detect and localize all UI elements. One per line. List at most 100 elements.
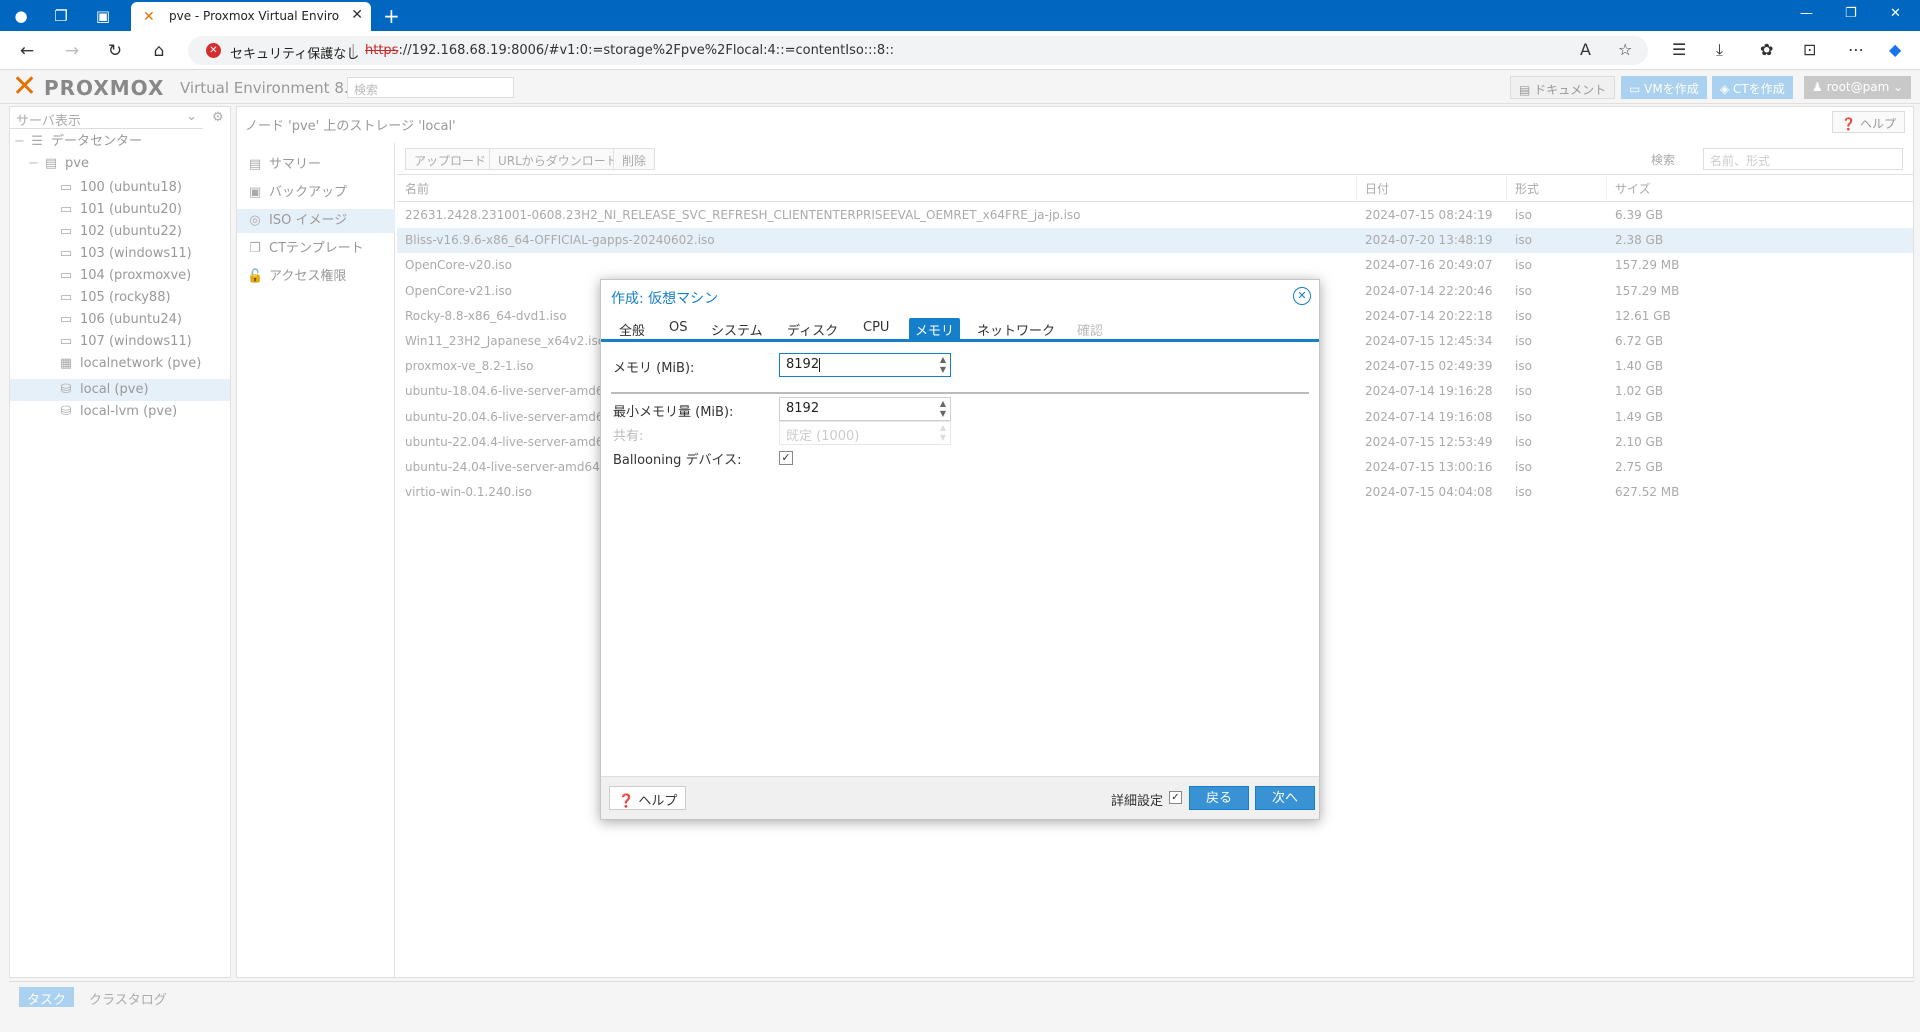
tree-item-vm-102[interactable]: ▭ 102 (ubuntu22): [58, 221, 182, 243]
create-vm-button[interactable]: ▭ VMを作成: [1621, 76, 1707, 99]
more-icon[interactable]: ⋯: [1848, 40, 1864, 59]
read-aloud-icon[interactable]: A: [1580, 40, 1591, 59]
table-row[interactable]: Bliss-v16.9.6-x86_64-OFFICIAL-gapps-2024…: [397, 228, 1913, 254]
back-icon[interactable]: ←: [16, 40, 38, 62]
profile-icon[interactable]: ●: [11, 6, 31, 26]
tab-memory[interactable]: メモリ: [909, 318, 961, 340]
tree-item-vm-100[interactable]: ▭ 100 (ubuntu18): [58, 177, 182, 199]
question-icon: ❓: [1841, 117, 1860, 131]
tab-network[interactable]: ネットワーク: [971, 318, 1061, 340]
tree-item-vm-106[interactable]: ▭ 106 (ubuntu24): [58, 309, 182, 331]
close-icon[interactable]: ✕: [1293, 287, 1311, 305]
tab-cpu[interactable]: CPU: [857, 318, 895, 340]
tree-item-label: 104 (proxmoxve): [80, 268, 192, 283]
tree-item-datacenter[interactable]: − ☰ データセンター: [14, 131, 142, 153]
spinner-arrows-icon[interactable]: ▲ ▼: [940, 399, 946, 419]
cell-format: iso: [1515, 208, 1532, 222]
tree-item-node-pve[interactable]: − ▤ pve: [28, 153, 89, 175]
minimize-icon[interactable]: —: [1800, 6, 1813, 21]
spinner-arrows-icon[interactable]: ▲ ▼: [940, 355, 946, 375]
gear-icon[interactable]: ⚙: [212, 110, 224, 125]
min-memory-input[interactable]: 8192 ▲ ▼: [779, 397, 951, 421]
tree-item-storage-local-lvm[interactable]: ⛁ local-lvm (pve): [58, 401, 178, 423]
documentation-button[interactable]: ▤ ドキュメント: [1510, 76, 1616, 99]
tree-item-vm-105[interactable]: ▭ 105 (rocky88): [58, 287, 171, 309]
cell-format: iso: [1515, 434, 1532, 449]
upload-button[interactable]: アップロード: [405, 148, 496, 170]
column-date[interactable]: 日付: [1357, 176, 1507, 202]
menu-item-permissions[interactable]: 🔓 アクセス権限: [237, 265, 395, 289]
dialog-help-button[interactable]: ❓ ヘルプ: [609, 786, 687, 810]
cell-date: 2024-07-15 12:53:49: [1365, 434, 1493, 449]
chevron-down-icon: ⌄: [186, 109, 197, 124]
ballooning-checkbox[interactable]: ✓: [779, 451, 793, 465]
column-size[interactable]: サイズ: [1607, 176, 1707, 202]
cell-size: 1.02 GB: [1615, 384, 1664, 399]
chevron-down-icon: ⌄: [1889, 80, 1904, 94]
tree-item-vm-104[interactable]: ▭ 104 (proxmoxve): [58, 265, 191, 287]
global-search-input[interactable]: 検索: [347, 77, 514, 98]
vertical-tabs-icon[interactable]: ▣: [93, 6, 113, 26]
advanced-checkbox[interactable]: ✓: [1169, 791, 1182, 804]
download-icon[interactable]: ⤓: [1716, 40, 1723, 60]
cell-date: 2024-07-15 12:45:34: [1365, 334, 1493, 348]
tab-cluster-log[interactable]: クラスタログ: [81, 987, 175, 1008]
tab-tasks[interactable]: タスク: [19, 987, 75, 1008]
view-select[interactable]: サーバ表示 ⌄: [10, 107, 203, 129]
menu-item-ct-template[interactable]: ❒ CTテンプレート: [237, 237, 395, 261]
tree-item-label: 105 (rocky88): [80, 290, 171, 305]
back-button[interactable]: 戻る: [1189, 786, 1249, 810]
menu-item-iso[interactable]: ◎ ISO イメージ: [237, 209, 395, 233]
download-url-button[interactable]: URLからダウンロード: [489, 148, 627, 170]
security-label[interactable]: セキュリティ保護なし: [230, 43, 359, 62]
close-tab-icon[interactable]: ✕: [351, 7, 363, 23]
tree-item-vm-103[interactable]: ▭ 103 (windows11): [58, 243, 192, 265]
menu-item-backup[interactable]: ▣ バックアップ: [237, 181, 395, 205]
tab-system[interactable]: システム: [705, 318, 769, 340]
copilot-icon[interactable]: ◆: [1889, 40, 1901, 59]
extension-icon[interactable]: ✿: [1760, 40, 1773, 59]
favorites-icon[interactable]: ☰: [1672, 40, 1686, 59]
help-button[interactable]: ❓ ヘルプ: [1832, 111, 1905, 133]
url-box[interactable]: ✕ セキュリティ保護なし | https://192.168.68.19:800…: [188, 36, 1648, 65]
tab-disk[interactable]: ディスク: [781, 318, 844, 340]
new-tab-icon[interactable]: +: [383, 4, 400, 28]
tree-item-storage-local[interactable]: ⛁ local (pve): [58, 379, 149, 401]
iso-toolbar: アップロード URLからダウンロード 削除 検索 名前、形式: [397, 143, 1913, 175]
tab-general[interactable]: 全般: [613, 318, 651, 340]
summary-icon: ▤: [248, 157, 262, 172]
create-ct-button[interactable]: ◈ CTを作成: [1712, 76, 1793, 99]
window-close-icon[interactable]: ✕: [1890, 6, 1901, 21]
cell-size: 1.40 GB: [1615, 359, 1664, 374]
workspaces-icon[interactable]: ❐: [51, 6, 71, 26]
forward-icon[interactable]: →: [61, 40, 83, 62]
column-name[interactable]: 名前: [397, 176, 1357, 202]
url-text[interactable]: https://192.168.68.19:8006/#v1:0:=storag…: [365, 43, 894, 58]
cell-date: 2024-07-20 13:48:19: [1365, 233, 1493, 248]
collapse-icon[interactable]: −: [28, 156, 43, 171]
delete-button[interactable]: 削除: [613, 148, 656, 170]
user-menu-button[interactable]: ♟ root@pam ⌄: [1804, 76, 1912, 99]
menu-item-summary[interactable]: ▤ サマリー: [237, 153, 395, 177]
iso-search-input[interactable]: 名前、形式: [1703, 148, 1903, 170]
min-memory-value: 8192: [786, 401, 820, 416]
table-row[interactable]: OpenCore-v20.iso 2024-07-16 20:49:07 iso 15…: [397, 253, 1913, 278]
tree-item-vm-107[interactable]: ▭ 107 (windows11): [58, 331, 192, 353]
memory-input[interactable]: 8192 ▲ ▼: [779, 353, 951, 377]
column-format[interactable]: 形式: [1507, 176, 1607, 202]
refresh-icon[interactable]: ↻: [104, 40, 126, 62]
tree-item-vm-101[interactable]: ▭ 101 (ubuntu20): [58, 199, 182, 221]
memory-label: メモリ (MiB):: [613, 361, 695, 376]
tree-item-localnetwork[interactable]: ▦ localnetwork (pve): [58, 353, 201, 375]
tab-os[interactable]: OS: [663, 318, 693, 340]
home-icon[interactable]: ⌂: [148, 40, 170, 62]
cell-name: OpenCore-v20.iso: [405, 258, 512, 273]
collapse-icon[interactable]: −: [14, 134, 29, 149]
browser-tab[interactable]: ✕ pve - Proxmox Virtual Environment ✕: [131, 2, 371, 31]
table-row[interactable]: 22631.2428.231001-0608.23H2_NI_RELEASE_S…: [397, 203, 1913, 228]
next-button[interactable]: 次へ: [1255, 786, 1315, 810]
restore-icon[interactable]: ❐: [1845, 6, 1857, 21]
screenshot-icon[interactable]: ⊡: [1803, 40, 1816, 59]
favorite-star-icon[interactable]: ☆: [1618, 40, 1632, 59]
browser-tab-title: pve - Proxmox Virtual Environment: [169, 9, 339, 23]
